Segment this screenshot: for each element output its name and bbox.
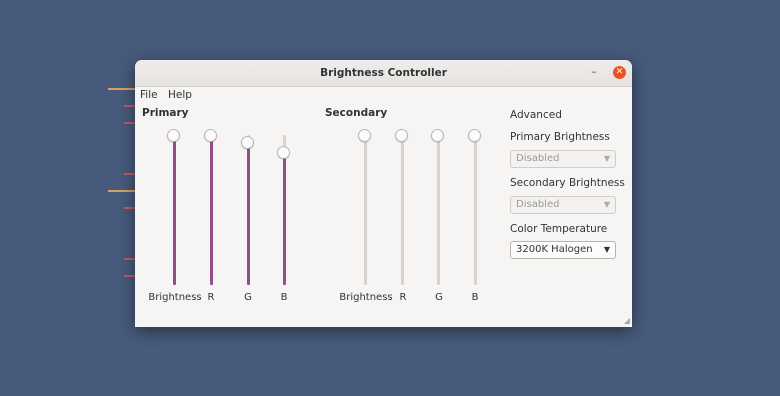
dropdown-value: 3200K Halogen bbox=[516, 244, 593, 255]
primary-b-slider[interactable] bbox=[277, 135, 290, 285]
slider-thumb[interactable] bbox=[468, 129, 481, 142]
slider-thumb[interactable] bbox=[167, 129, 180, 142]
close-button[interactable]: ✕ bbox=[613, 66, 626, 79]
color-temperature-dropdown[interactable]: 3200K Halogen ▼ bbox=[510, 241, 616, 259]
secondary-brightness-slider[interactable] bbox=[358, 129, 371, 285]
close-icon: ✕ bbox=[615, 67, 624, 77]
color-temperature-label: Color Temperature bbox=[510, 223, 608, 235]
menu-help[interactable]: Help bbox=[168, 89, 192, 101]
slider-thumb[interactable] bbox=[358, 129, 371, 142]
secondary-b-slider[interactable] bbox=[468, 129, 481, 285]
advanced-label: Advanced bbox=[510, 109, 562, 121]
primary-section-label: Primary bbox=[142, 107, 189, 119]
primary-b-label: B bbox=[280, 292, 288, 303]
secondary-brightness-setting-label: Secondary Brightness bbox=[510, 177, 625, 189]
slider-fill bbox=[283, 152, 286, 285]
primary-r-slider[interactable] bbox=[204, 129, 217, 285]
title-bar[interactable]: Brightness Controller – ✕ bbox=[135, 60, 632, 87]
secondary-brightness-dropdown: Disabled ▼ bbox=[510, 196, 616, 214]
primary-brightness-slider[interactable] bbox=[167, 129, 180, 285]
minimize-button[interactable]: – bbox=[587, 66, 601, 80]
secondary-r-slider[interactable] bbox=[395, 129, 408, 285]
menu-file[interactable]: File bbox=[140, 89, 158, 101]
slider-fill bbox=[247, 142, 250, 285]
window-title: Brightness Controller bbox=[320, 67, 447, 79]
secondary-b-label: B bbox=[471, 292, 479, 303]
slider-fill bbox=[173, 135, 176, 285]
primary-brightness-setting-label: Primary Brightness bbox=[510, 131, 610, 143]
slider-thumb[interactable] bbox=[277, 146, 290, 160]
secondary-section-label: Secondary bbox=[325, 107, 388, 119]
slider-thumb[interactable] bbox=[204, 129, 217, 142]
slider-thumb[interactable] bbox=[395, 129, 408, 142]
app-window: Brightness Controller – ✕ File Help Prim… bbox=[135, 60, 632, 327]
chevron-down-icon: ▼ bbox=[603, 154, 610, 163]
slider-fill bbox=[210, 135, 213, 285]
chevron-down-icon: ▼ bbox=[603, 200, 610, 209]
dropdown-value: Disabled bbox=[516, 153, 560, 164]
desktop-mark bbox=[108, 88, 136, 90]
slider-thumb[interactable] bbox=[241, 136, 254, 150]
resize-grip-icon[interactable]: ◢ bbox=[624, 316, 630, 325]
desktop-mark bbox=[108, 190, 136, 192]
dropdown-value: Disabled bbox=[516, 199, 560, 210]
primary-g-slider[interactable] bbox=[241, 135, 254, 285]
chevron-down-icon: ▼ bbox=[603, 245, 610, 254]
primary-brightness-dropdown: Disabled ▼ bbox=[510, 150, 616, 168]
secondary-g-slider[interactable] bbox=[431, 129, 444, 285]
slider-thumb[interactable] bbox=[431, 129, 444, 142]
